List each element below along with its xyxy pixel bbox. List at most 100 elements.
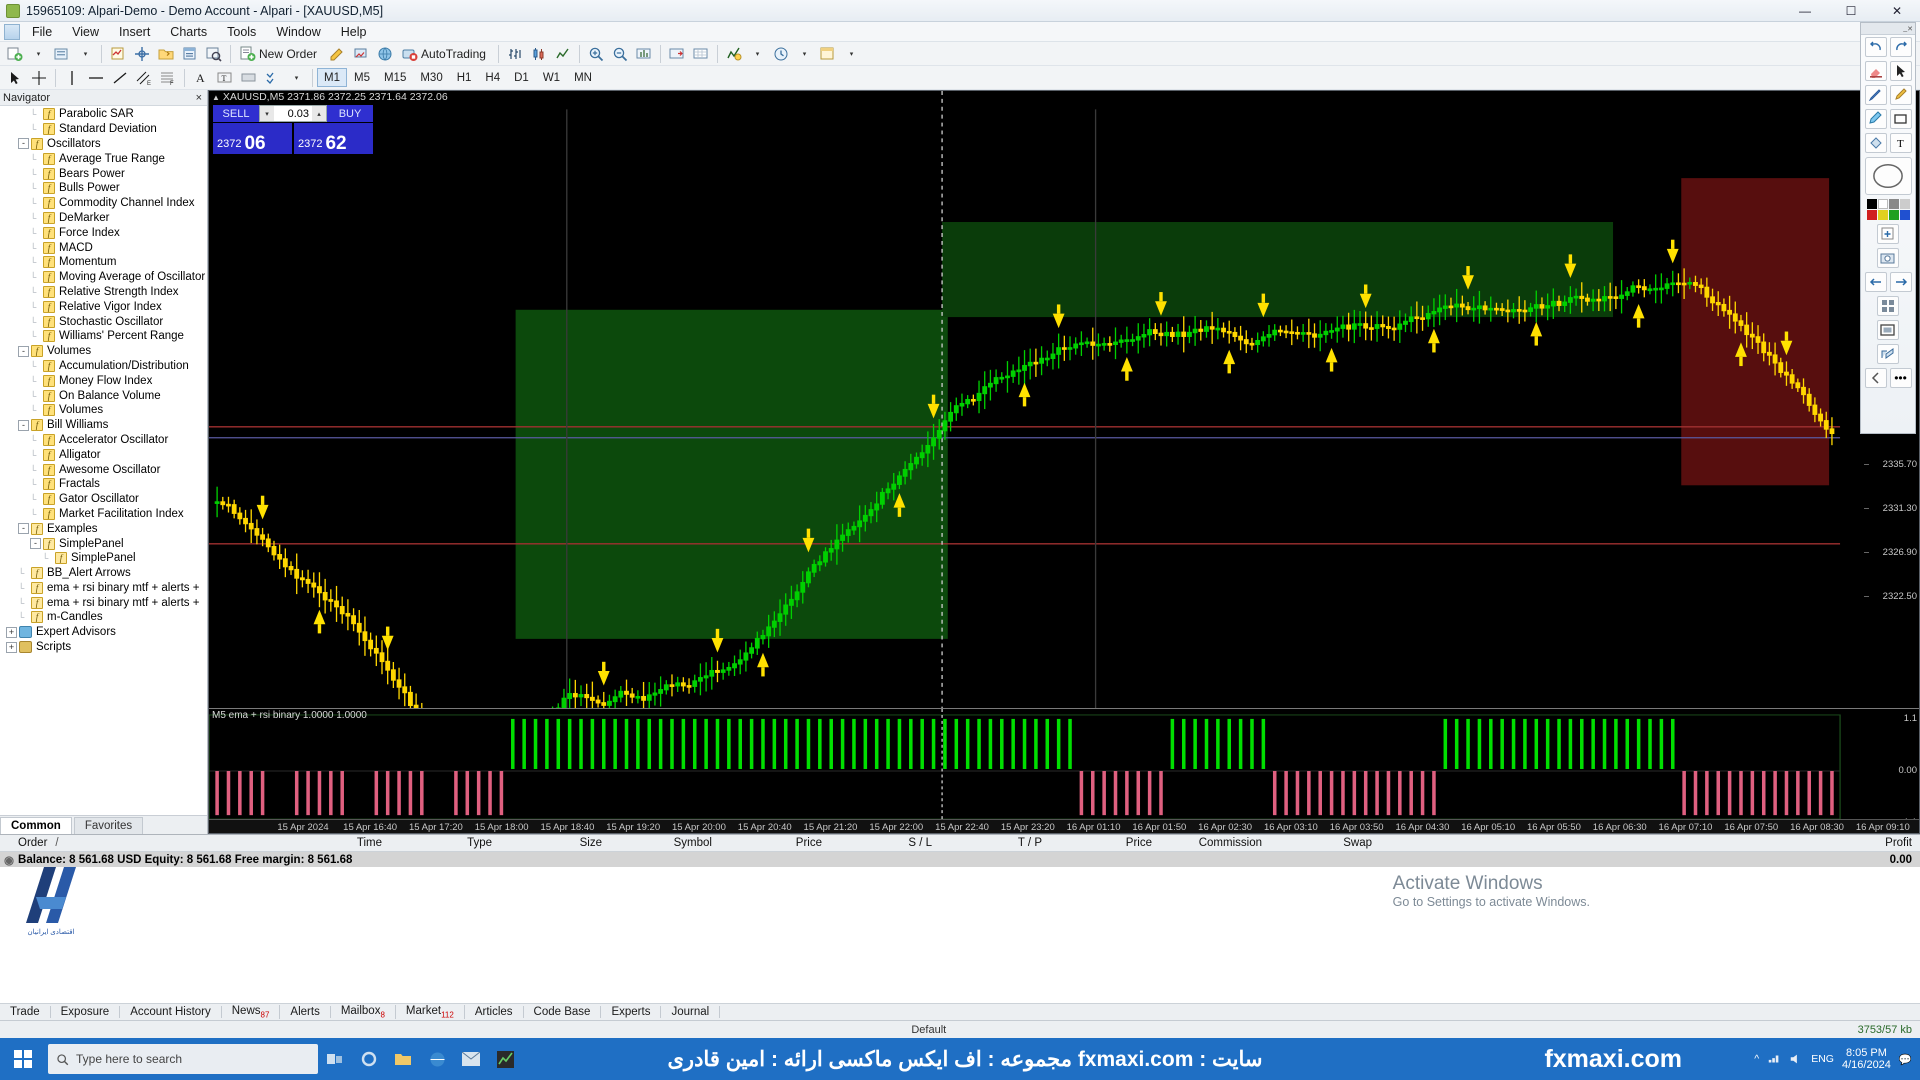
close-button[interactable]: ✕ xyxy=(1874,0,1920,22)
volume-increment-icon[interactable]: ▴ xyxy=(312,106,326,121)
swatch-black[interactable] xyxy=(1867,199,1877,209)
menu-help[interactable]: Help xyxy=(331,23,377,41)
color-swatches[interactable] xyxy=(1867,199,1910,220)
chevron-left-icon[interactable] xyxy=(1865,368,1887,388)
swatch-green[interactable] xyxy=(1889,210,1899,220)
buy-button[interactable]: BUY xyxy=(327,105,373,122)
drawing-tools-palette[interactable]: _ ✕ T xyxy=(1860,22,1916,434)
navigator-item[interactable]: └fMoney Flow Index xyxy=(0,373,207,388)
terminal-tab-exposure[interactable]: Exposure xyxy=(51,1006,121,1018)
new-chart-button[interactable] xyxy=(4,43,26,64)
navigator-item[interactable]: └fRelative Strength Index xyxy=(0,285,207,300)
terminal-column-header[interactable]: Type xyxy=(390,837,500,849)
zoom-in-button[interactable] xyxy=(585,43,607,64)
navigator-tab-common[interactable]: Common xyxy=(0,817,72,834)
text-label-icon[interactable]: A xyxy=(190,67,212,88)
navigator-item[interactable]: └fAccumulation/Distribution xyxy=(0,359,207,374)
navigator-button[interactable] xyxy=(155,43,177,64)
navigator-item[interactable]: -fBill Williams xyxy=(0,418,207,433)
fibonacci-icon[interactable]: F xyxy=(157,67,179,88)
period-dropdown[interactable]: ▾ xyxy=(794,43,815,64)
mql5-community-button[interactable] xyxy=(350,43,372,64)
navigator-item[interactable]: └fAlligator xyxy=(0,447,207,462)
terminal-column-header[interactable]: Time xyxy=(100,837,390,849)
navigator-item[interactable]: └fForce Index xyxy=(0,225,207,240)
terminal-button[interactable] xyxy=(179,43,201,64)
navigator-item[interactable]: └fCommodity Channel Index xyxy=(0,196,207,211)
timeframe-d1[interactable]: D1 xyxy=(507,68,536,87)
navigator-item[interactable]: -fSimplePanel xyxy=(0,536,207,551)
chart-shift-button[interactable] xyxy=(666,43,688,64)
terminal-column-header[interactable]: Profit xyxy=(1830,837,1920,849)
terminal-tab-code-base[interactable]: Code Base xyxy=(524,1006,602,1018)
objects-list-icon[interactable] xyxy=(262,67,284,88)
new-order-button[interactable]: New Order xyxy=(236,43,324,64)
buy-price[interactable]: 2372 62 xyxy=(294,123,373,154)
navigator-item[interactable]: └fema + rsi binary mtf + alerts + xyxy=(0,595,207,610)
navigator-item[interactable]: └fOn Balance Volume xyxy=(0,388,207,403)
arrow-left-icon[interactable] xyxy=(1865,272,1887,292)
tree-collapse-icon[interactable]: - xyxy=(18,138,29,149)
window-icon[interactable] xyxy=(1877,320,1899,340)
terminal-tabs[interactable]: TradeExposureAccount HistoryNews87Alerts… xyxy=(0,1003,1920,1020)
candlestick-chart-button[interactable] xyxy=(528,43,550,64)
timeframe-m1[interactable]: M1 xyxy=(317,68,347,87)
swatch-blue[interactable] xyxy=(1900,210,1910,220)
menu-window[interactable]: Window xyxy=(266,23,330,41)
navigator-item[interactable]: +Expert Advisors xyxy=(0,625,207,640)
swatch-white[interactable] xyxy=(1878,199,1888,209)
navigator-item[interactable]: └fStandard Deviation xyxy=(0,122,207,137)
swatch-red[interactable] xyxy=(1867,210,1877,220)
trendline-icon[interactable] xyxy=(109,67,131,88)
rectangle-icon[interactable] xyxy=(1890,109,1912,129)
eraser-icon[interactable] xyxy=(1865,61,1887,81)
strategy-tester-button[interactable] xyxy=(203,43,225,64)
indicator-subwindow[interactable]: M5 ema + rsi binary 1.0000 1.0000 1.10.0… xyxy=(209,708,1919,833)
arrow-object-icon[interactable] xyxy=(238,67,260,88)
navigator-item[interactable]: └fMarket Facilitation Index xyxy=(0,507,207,522)
indicators-button[interactable] xyxy=(723,43,745,64)
autotrading-button[interactable]: AutoTrading xyxy=(398,43,493,64)
terminal-column-header[interactable]: Commission xyxy=(1160,837,1270,849)
navigator-item[interactable]: └fParabolic SAR xyxy=(0,107,207,122)
volume-input[interactable]: 0.03 xyxy=(274,106,312,121)
notifications-icon[interactable]: 💬 xyxy=(1899,1053,1912,1066)
terminal-column-header[interactable]: Symbol xyxy=(610,837,720,849)
indicators-dropdown[interactable]: ▾ xyxy=(747,43,768,64)
connection-status[interactable]: 3753/57 kb xyxy=(1858,1024,1912,1036)
timeframe-mn[interactable]: MN xyxy=(567,68,599,87)
terminal-tab-account-history[interactable]: Account History xyxy=(120,1006,222,1018)
tree-expand-icon[interactable]: + xyxy=(6,642,17,653)
timeframe-w1[interactable]: W1 xyxy=(536,68,567,87)
zoom-out-button[interactable] xyxy=(609,43,631,64)
terminal-tab-trade[interactable]: Trade xyxy=(0,1006,51,1018)
swatch-lightgray[interactable] xyxy=(1900,199,1910,209)
terminal-column-header[interactable]: Price xyxy=(1050,837,1160,849)
profiles-dropdown[interactable]: ▾ xyxy=(75,43,96,64)
more-options-icon[interactable]: ••• xyxy=(1890,368,1912,388)
chart-collapse-icon[interactable]: ▲ xyxy=(212,93,220,102)
terminal-column-header[interactable]: T / P xyxy=(940,837,1050,849)
navigator-item[interactable]: └fBB_Alert Arrows xyxy=(0,566,207,581)
sell-button[interactable]: SELL xyxy=(213,105,259,122)
cursor-icon[interactable] xyxy=(4,67,26,88)
tree-collapse-icon[interactable]: - xyxy=(18,420,29,431)
swatch-gray[interactable] xyxy=(1889,199,1899,209)
navigator-item[interactable]: └fGator Oscillator xyxy=(0,492,207,507)
undo-icon[interactable] xyxy=(1865,37,1887,57)
palette-close-icon[interactable]: ✕ xyxy=(1907,25,1913,33)
grid-view-icon[interactable] xyxy=(1877,296,1899,316)
bar-chart-button[interactable] xyxy=(504,43,526,64)
terminal-tab-mailbox[interactable]: Mailbox8 xyxy=(331,1005,396,1019)
ellipse-shape-icon[interactable] xyxy=(1865,157,1912,195)
navigator-item[interactable]: └fMomentum xyxy=(0,255,207,270)
tray-language[interactable]: ENG xyxy=(1811,1053,1834,1065)
terminal-column-header[interactable]: Order/ xyxy=(0,837,100,849)
terminal-column-header[interactable]: Swap xyxy=(1270,837,1380,849)
auto-scroll-button[interactable] xyxy=(633,43,655,64)
terminal-column-header[interactable]: Price xyxy=(720,837,830,849)
navigator-item[interactable]: └fMoving Average of Oscillator xyxy=(0,270,207,285)
navigator-item[interactable]: └fRelative Vigor Index xyxy=(0,299,207,314)
terminal-tab-experts[interactable]: Experts xyxy=(601,1006,661,1018)
minimize-button[interactable]: — xyxy=(1782,0,1828,22)
